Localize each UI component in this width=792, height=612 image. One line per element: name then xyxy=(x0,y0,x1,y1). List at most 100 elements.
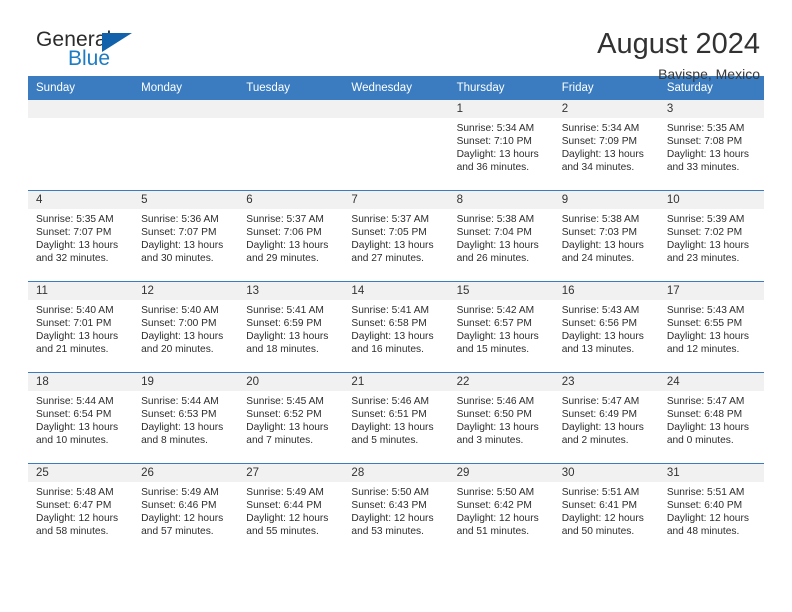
calendar-week-row: 11 Sunrise: 5:40 AM Sunset: 7:01 PM Dayligh… xyxy=(28,281,764,373)
day-box: 29 Sunrise: 5:50 AM Sunset: 6:42 PM Dayligh… xyxy=(448,464,554,554)
sunset-text: Sunset: 6:56 PM xyxy=(561,318,638,330)
calendar-cell-day[interactable]: 23 Sunrise: 5:47 AM Sunset: 6:49 PM Dayligh… xyxy=(553,372,659,464)
brand-logo[interactable]: General Blue xyxy=(28,28,158,80)
sunrise-text: Sunrise: 5:45 AM xyxy=(246,396,324,407)
calendar-cell-day[interactable]: 7 Sunrise: 5:37 AM Sunset: 7:05 PM Daylight… xyxy=(343,190,449,282)
calendar-cell-day[interactable]: 3 Sunrise: 5:35 AM Sunset: 7:08 PM Daylight… xyxy=(658,100,764,191)
sunrise-text: Sunrise: 5:43 AM xyxy=(666,305,745,316)
sunset-text: Sunset: 6:41 PM xyxy=(561,500,638,512)
calendar-cell-empty xyxy=(238,100,344,191)
sunrise-text: Sunrise: 5:50 AM xyxy=(456,487,535,498)
calendar-cell-day[interactable]: 28 Sunrise: 5:50 AM Sunset: 6:43 PM Dayligh… xyxy=(343,463,449,554)
day-info: Sunrise: 5:35 AM Sunset: 7:08 PM Daylight:… xyxy=(659,118,764,174)
calendar-cell-day[interactable]: 20 Sunrise: 5:45 AM Sunset: 6:52 PM Dayligh… xyxy=(238,372,344,464)
calendar-cell-day[interactable]: 26 Sunrise: 5:49 AM Sunset: 6:46 PM Dayligh… xyxy=(133,463,239,554)
daylight-text: Daylight: 13 hours and 18 minutes. xyxy=(246,331,329,356)
calendar-cell-day[interactable]: 25 Sunrise: 5:48 AM Sunset: 6:47 PM Dayligh… xyxy=(28,463,134,554)
sunrise-text: Sunrise: 5:44 AM xyxy=(141,396,219,407)
sunset-text: Sunset: 6:42 PM xyxy=(456,500,532,512)
calendar-cell-day[interactable]: 5 Sunrise: 5:36 AM Sunset: 7:07 PM Daylight… xyxy=(133,190,239,282)
day-info: Sunrise: 5:45 AM Sunset: 6:52 PM Daylight:… xyxy=(238,391,343,447)
day-box: 18 Sunrise: 5:44 AM Sunset: 6:54 PM Dayligh… xyxy=(28,373,134,463)
sunset-text: Sunset: 6:55 PM xyxy=(666,318,743,330)
day-number: 3 xyxy=(658,100,764,118)
page-subtitle: Bavispe, Mexico xyxy=(658,66,760,82)
calendar-cell-day[interactable]: 11 Sunrise: 5:40 AM Sunset: 7:01 PM Dayligh… xyxy=(28,281,134,373)
day-box: 16 Sunrise: 5:43 AM Sunset: 6:56 PM Dayligh… xyxy=(553,282,659,372)
sunset-text: Sunset: 6:49 PM xyxy=(561,409,638,421)
day-info: Sunrise: 5:48 AM Sunset: 6:47 PM Daylight:… xyxy=(28,482,133,538)
day-box: 20 Sunrise: 5:45 AM Sunset: 6:52 PM Dayligh… xyxy=(238,373,344,463)
day-box: 1 Sunrise: 5:34 AM Sunset: 7:10 PM Daylight… xyxy=(448,100,554,190)
sunrise-text: Sunrise: 5:35 AM xyxy=(666,123,745,134)
calendar-cell-day[interactable]: 2 Sunrise: 5:34 AM Sunset: 7:09 PM Daylight… xyxy=(553,100,659,191)
day-number: 27 xyxy=(238,464,344,482)
calendar-cell-day[interactable]: 19 Sunrise: 5:44 AM Sunset: 6:53 PM Dayligh… xyxy=(133,372,239,464)
calendar-cell-day[interactable]: 21 Sunrise: 5:46 AM Sunset: 6:51 PM Dayligh… xyxy=(343,372,449,464)
calendar-cell-day[interactable]: 4 Sunrise: 5:35 AM Sunset: 7:07 PM Daylight… xyxy=(28,190,134,282)
day-number: 21 xyxy=(343,373,449,391)
daylight-text: Daylight: 12 hours and 57 minutes. xyxy=(141,513,224,538)
calendar-week-row: 25 Sunrise: 5:48 AM Sunset: 6:47 PM Dayligh… xyxy=(28,463,764,554)
calendar-cell-day[interactable]: 16 Sunrise: 5:43 AM Sunset: 6:56 PM Dayligh… xyxy=(553,281,659,373)
daylight-text: Daylight: 13 hours and 13 minutes. xyxy=(561,331,644,356)
daylight-text: Daylight: 13 hours and 3 minutes. xyxy=(456,422,539,447)
calendar-cell-day[interactable]: 22 Sunrise: 5:46 AM Sunset: 6:50 PM Dayligh… xyxy=(448,372,554,464)
calendar-cell-day[interactable]: 18 Sunrise: 5:44 AM Sunset: 6:54 PM Dayligh… xyxy=(28,372,134,464)
day-number: 4 xyxy=(28,191,134,209)
calendar-cell-day[interactable]: 27 Sunrise: 5:49 AM Sunset: 6:44 PM Dayligh… xyxy=(238,463,344,554)
day-box: 31 Sunrise: 5:51 AM Sunset: 6:40 PM Dayligh… xyxy=(658,464,764,554)
calendar-cell-day[interactable]: 14 Sunrise: 5:41 AM Sunset: 6:58 PM Dayligh… xyxy=(343,281,449,373)
daylight-text: Daylight: 13 hours and 16 minutes. xyxy=(351,331,434,356)
day-info: Sunrise: 5:34 AM Sunset: 7:10 PM Daylight:… xyxy=(449,118,554,174)
day-number: 11 xyxy=(28,282,134,300)
calendar-cell-day[interactable]: 29 Sunrise: 5:50 AM Sunset: 6:42 PM Dayligh… xyxy=(448,463,554,554)
calendar-cell-day[interactable]: 9 Sunrise: 5:38 AM Sunset: 7:03 PM Daylight… xyxy=(553,190,659,282)
calendar-cell-day[interactable]: 6 Sunrise: 5:37 AM Sunset: 7:06 PM Daylight… xyxy=(238,190,344,282)
day-box: 26 Sunrise: 5:49 AM Sunset: 6:46 PM Dayligh… xyxy=(133,464,239,554)
day-box: 7 Sunrise: 5:37 AM Sunset: 7:05 PM Daylight… xyxy=(343,191,449,281)
sunset-text: Sunset: 7:05 PM xyxy=(351,227,427,239)
daylight-text: Daylight: 13 hours and 29 minutes. xyxy=(246,240,329,265)
day-box: 12 Sunrise: 5:40 AM Sunset: 7:00 PM Dayligh… xyxy=(133,282,239,372)
day-number xyxy=(343,100,449,118)
sunrise-text: Sunrise: 5:47 AM xyxy=(561,396,640,407)
day-info: Sunrise: 5:41 AM Sunset: 6:59 PM Daylight:… xyxy=(238,300,343,356)
day-number: 18 xyxy=(28,373,134,391)
sunrise-text: Sunrise: 5:46 AM xyxy=(351,396,430,407)
day-info: Sunrise: 5:47 AM Sunset: 6:49 PM Daylight:… xyxy=(554,391,659,447)
calendar-cell-day[interactable]: 17 Sunrise: 5:43 AM Sunset: 6:55 PM Dayligh… xyxy=(658,281,764,373)
sunrise-text: Sunrise: 5:41 AM xyxy=(351,305,430,316)
calendar-cell-day[interactable]: 1 Sunrise: 5:34 AM Sunset: 7:10 PM Daylight… xyxy=(448,100,554,191)
sunrise-text: Sunrise: 5:35 AM xyxy=(36,214,114,225)
calendar-cell-day[interactable]: 13 Sunrise: 5:41 AM Sunset: 6:59 PM Dayligh… xyxy=(238,281,344,373)
day-number: 14 xyxy=(343,282,449,300)
calendar-cell-day[interactable]: 8 Sunrise: 5:38 AM Sunset: 7:04 PM Daylight… xyxy=(448,190,554,282)
daylight-text: Daylight: 13 hours and 26 minutes. xyxy=(456,240,539,265)
sunrise-text: Sunrise: 5:51 AM xyxy=(561,487,640,498)
day-number: 24 xyxy=(658,373,764,391)
sunrise-text: Sunrise: 5:42 AM xyxy=(456,305,535,316)
calendar-cell-day[interactable]: 31 Sunrise: 5:51 AM Sunset: 6:40 PM Dayligh… xyxy=(658,463,764,554)
sunrise-text: Sunrise: 5:40 AM xyxy=(36,305,114,316)
day-number: 19 xyxy=(133,373,239,391)
sunrise-text: Sunrise: 5:46 AM xyxy=(456,396,535,407)
day-box xyxy=(238,100,344,190)
day-info: Sunrise: 5:47 AM Sunset: 6:48 PM Daylight:… xyxy=(659,391,764,447)
day-number: 8 xyxy=(448,191,554,209)
calendar-cell-day[interactable]: 15 Sunrise: 5:42 AM Sunset: 6:57 PM Dayligh… xyxy=(448,281,554,373)
day-number: 29 xyxy=(448,464,554,482)
weekday-header-tuesday: Tuesday xyxy=(238,76,344,100)
day-box: 5 Sunrise: 5:36 AM Sunset: 7:07 PM Daylight… xyxy=(133,191,239,281)
sunset-text: Sunset: 7:00 PM xyxy=(141,318,217,330)
daylight-text: Daylight: 13 hours and 27 minutes. xyxy=(351,240,434,265)
calendar-cell-day[interactable]: 10 Sunrise: 5:39 AM Sunset: 7:02 PM Dayligh… xyxy=(658,190,764,282)
sunset-text: Sunset: 7:08 PM xyxy=(666,136,743,148)
day-box: 22 Sunrise: 5:46 AM Sunset: 6:50 PM Dayligh… xyxy=(448,373,554,463)
calendar-cell-day[interactable]: 24 Sunrise: 5:47 AM Sunset: 6:48 PM Dayligh… xyxy=(658,372,764,464)
sunset-text: Sunset: 6:44 PM xyxy=(246,500,322,512)
calendar-cell-day[interactable]: 12 Sunrise: 5:40 AM Sunset: 7:00 PM Dayligh… xyxy=(133,281,239,373)
daylight-text: Daylight: 12 hours and 51 minutes. xyxy=(456,513,539,538)
calendar-cell-day[interactable]: 30 Sunrise: 5:51 AM Sunset: 6:41 PM Dayligh… xyxy=(553,463,659,554)
calendar-cell-empty xyxy=(133,100,239,191)
